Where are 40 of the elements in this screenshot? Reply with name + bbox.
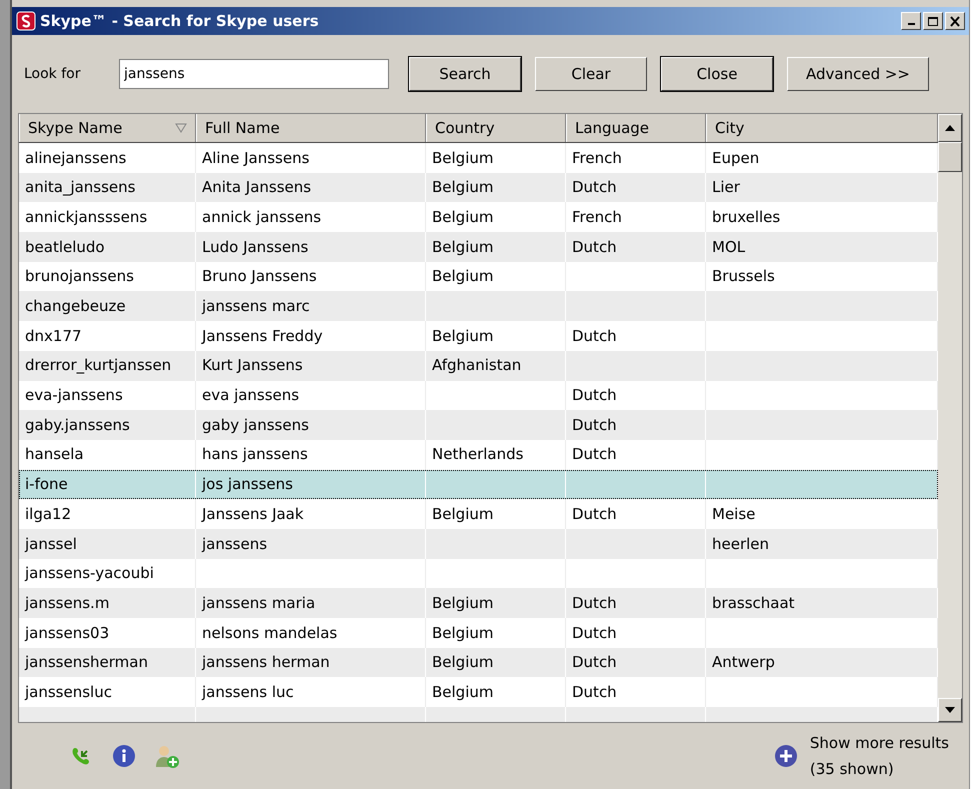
close-icon (949, 16, 961, 26)
advanced-button[interactable]: Advanced >> (787, 57, 929, 91)
sort-icon (175, 123, 187, 133)
close-window-button[interactable]: Close (661, 57, 773, 91)
close-button[interactable] (945, 12, 965, 30)
minimize-button[interactable] (901, 12, 921, 30)
minimize-icon (908, 23, 914, 25)
clear-button[interactable]: Clear (535, 57, 647, 91)
window-title: Skype™ - Search for Skype users (40, 10, 319, 32)
table-row[interactable]: janssens.m janssens maria Belgium Dutch brasschaat (19, 588, 938, 618)
column-header[interactable]: Full Name (196, 114, 426, 142)
scroll-thumb[interactable] (938, 142, 962, 172)
logo-icon (16, 11, 36, 31)
info-icon[interactable] (112, 744, 136, 768)
column-header[interactable]: Language (566, 114, 706, 142)
shown-count: (35 shown) (810, 759, 895, 780)
table-row[interactable]: changebeuze janssens marc (19, 291, 938, 322)
scrollbar[interactable] (938, 114, 962, 722)
column-header[interactable]: Country (426, 114, 566, 142)
maximize-button[interactable] (923, 12, 943, 30)
down-arrow-icon[interactable] (945, 707, 955, 713)
table-row[interactable]: beatleludo Ludo Janssens Belgium Dutch MOL (19, 232, 938, 262)
add-contact-icon[interactable] (154, 743, 180, 769)
table-row[interactable]: drerror_kurtjanssen Kurt Janssens Afghanistan (19, 350, 938, 380)
maximize-icon (927, 16, 939, 26)
table-row[interactable]: i-fone jos janssens (19, 470, 938, 500)
search-button[interactable]: Search (409, 57, 521, 91)
table-row[interactable]: janssens-yacoubi (19, 558, 938, 588)
up-arrow-icon[interactable] (945, 125, 955, 131)
table-row[interactable]: janssensherman janssens herman Belgium Dutch Antwerp (19, 648, 938, 678)
column-header[interactable]: Skype Name (19, 114, 196, 142)
table-row[interactable]: anita_janssens Anita Janssens Belgium Dutch Lier (19, 172, 938, 202)
table-row[interactable]: eva-janssens eva janssens Dutch (19, 380, 938, 410)
table-row[interactable]: brunojanssens Bruno Janssens Belgium Brussels (19, 262, 938, 292)
look-for-label: Look for (24, 64, 82, 84)
table-row[interactable]: janssel janssens heerlen (19, 528, 938, 559)
search-field[interactable]: janssens (119, 59, 389, 89)
table-row[interactable]: gaby.janssens gaby janssens Dutch (19, 410, 938, 440)
plus-icon[interactable] (774, 744, 798, 768)
show-more-link[interactable]: Show more results (810, 730, 949, 756)
